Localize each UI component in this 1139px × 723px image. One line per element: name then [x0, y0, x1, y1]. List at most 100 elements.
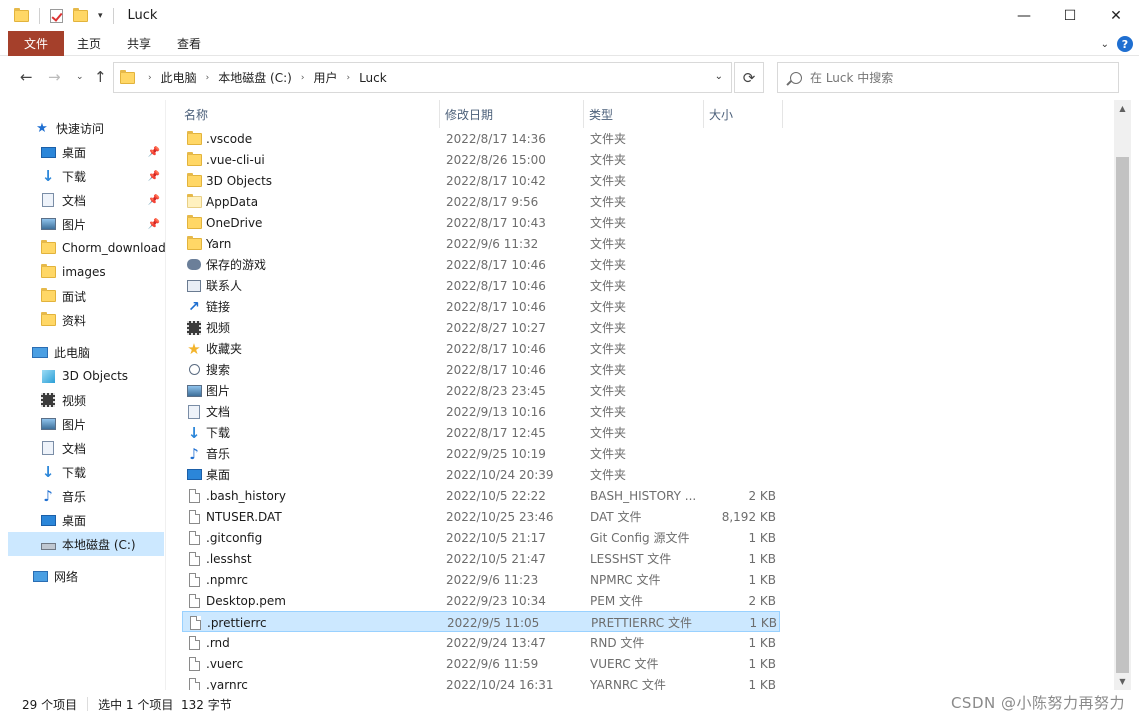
- document-icon: [40, 441, 56, 455]
- address-bar[interactable]: › 此电脑 › 本地磁盘 (C:) › 用户 › Luck ⌄: [113, 62, 732, 93]
- breadcrumb-this-pc[interactable]: 此电脑: [161, 69, 197, 86]
- file-row[interactable]: OneDrive 2022/8/17 10:43 文件夹: [182, 212, 780, 233]
- scroll-thumb[interactable]: [1116, 157, 1129, 673]
- nav-item-desktop[interactable]: 桌面 📌: [0, 140, 165, 164]
- file-name-cell: 3D Objects: [186, 170, 440, 191]
- tab-view[interactable]: 查看: [164, 31, 214, 56]
- new-folder-icon[interactable]: [73, 7, 88, 22]
- file-row[interactable]: .yarnrc 2022/10/24 16:31 YARNRC 文件 1 KB: [182, 674, 780, 690]
- file-row[interactable]: Yarn 2022/9/6 11:32 文件夹: [182, 233, 780, 254]
- forward-arrow-icon[interactable]: →: [48, 68, 61, 86]
- file-row[interactable]: 图片 2022/8/23 23:45 文件夹: [182, 380, 780, 401]
- column-resize-handle[interactable]: [583, 100, 584, 128]
- search-input[interactable]: [810, 70, 1090, 85]
- file-row[interactable]: .vscode 2022/8/17 14:36 文件夹: [182, 128, 780, 149]
- breadcrumb-luck[interactable]: Luck: [359, 71, 387, 85]
- tab-home[interactable]: 主页: [64, 31, 114, 56]
- nav-item-network[interactable]: 网络: [0, 564, 165, 588]
- nav-item-documents-pc[interactable]: 文档: [0, 436, 165, 460]
- file-row[interactable]: .lesshst 2022/10/5 21:47 LESSHST 文件 1 KB: [182, 548, 780, 569]
- file-name-cell: .npmrc: [186, 569, 440, 590]
- file-name: 链接: [206, 300, 231, 314]
- close-button[interactable]: ✕: [1093, 0, 1139, 31]
- nav-item-label: 下载: [62, 465, 87, 480]
- file-name-cell: ★ 收藏夹: [186, 338, 440, 359]
- nav-item-this-pc[interactable]: 此电脑: [0, 340, 165, 364]
- file-row[interactable]: .vue-cli-ui 2022/8/26 15:00 文件夹: [182, 149, 780, 170]
- breadcrumb-separator-icon[interactable]: ›: [346, 73, 350, 83]
- back-arrow-icon[interactable]: ←: [20, 68, 33, 86]
- breadcrumb-separator-icon[interactable]: ›: [301, 73, 305, 83]
- file-row[interactable]: AppData 2022/8/17 9:56 文件夹: [182, 191, 780, 212]
- pin-icon[interactable]: 📌: [148, 219, 160, 230]
- tab-file[interactable]: 文件: [8, 30, 65, 56]
- file-row[interactable]: .rnd 2022/9/24 13:47 RND 文件 1 KB: [182, 632, 780, 653]
- help-icon[interactable]: ?: [1117, 36, 1133, 52]
- expand-ribbon-icon[interactable]: ⌄: [1101, 39, 1109, 50]
- nav-item-pictures[interactable]: 图片 📌: [0, 212, 165, 236]
- vertical-scrollbar[interactable]: ▲ ▼: [1114, 100, 1131, 690]
- breadcrumb-users[interactable]: 用户: [313, 69, 337, 86]
- scroll-down-icon[interactable]: ▼: [1114, 673, 1131, 690]
- pin-icon[interactable]: 📌: [148, 147, 160, 158]
- nav-item-pictures-pc[interactable]: 图片: [0, 412, 165, 436]
- recent-locations-icon[interactable]: ⌄: [76, 72, 84, 82]
- minimize-button[interactable]: —: [1001, 0, 1047, 31]
- nav-item-materials[interactable]: 资料: [0, 308, 165, 332]
- video-icon: [187, 320, 201, 335]
- column-resize-handle[interactable]: [782, 100, 783, 128]
- file-row[interactable]: ★ 收藏夹 2022/8/17 10:46 文件夹: [182, 338, 780, 359]
- file-list: ^ 名称 修改日期 类型 大小 .vscode 2022/8/17 14:36 文件…: [182, 100, 1114, 690]
- folder-icon: [186, 235, 202, 250]
- maximize-button[interactable]: ☐: [1047, 0, 1093, 31]
- up-arrow-icon[interactable]: ↑: [94, 68, 107, 86]
- file-row[interactable]: Desktop.pem 2022/9/23 10:34 PEM 文件 2 KB: [182, 590, 780, 611]
- breadcrumb-separator-icon[interactable]: ›: [206, 73, 210, 83]
- tab-share[interactable]: 共享: [114, 31, 164, 56]
- column-header-name[interactable]: 名称: [184, 100, 436, 128]
- pin-icon[interactable]: 📌: [148, 171, 160, 182]
- file-row[interactable]: NTUSER.DAT 2022/10/25 23:46 DAT 文件 8,192 KB: [182, 506, 780, 527]
- file-row[interactable]: ♪ 音乐 2022/9/25 10:19 文件夹: [182, 443, 780, 464]
- nav-item-documents[interactable]: 文档 📌: [0, 188, 165, 212]
- file-row[interactable]: ↗ 链接 2022/8/17 10:46 文件夹: [182, 296, 780, 317]
- nav-item-downloads-pc[interactable]: ↓ 下载: [0, 460, 165, 484]
- column-resize-handle[interactable]: [703, 100, 704, 128]
- column-header-date[interactable]: 修改日期: [445, 100, 583, 128]
- file-row[interactable]: .bash_history 2022/10/5 22:22 BASH_HISTORY…: [182, 485, 780, 506]
- column-header-size[interactable]: 大小: [709, 100, 779, 128]
- refresh-button[interactable]: ⟳: [734, 62, 764, 93]
- file-row[interactable]: ↓ 下载 2022/8/17 12:45 文件夹: [182, 422, 780, 443]
- file-row[interactable]: 搜索 2022/8/17 10:46 文件夹: [182, 359, 780, 380]
- search-box[interactable]: [777, 62, 1119, 93]
- pin-icon[interactable]: 📌: [148, 195, 160, 206]
- nav-item-quick-access[interactable]: ★ 快速访问: [0, 116, 165, 140]
- breadcrumb-separator-icon[interactable]: ›: [148, 73, 152, 83]
- nav-item-downloads[interactable]: ↓ 下载 📌: [0, 164, 165, 188]
- nav-item-videos[interactable]: 视频: [0, 388, 165, 412]
- file-row[interactable]: 3D Objects 2022/8/17 10:42 文件夹: [182, 170, 780, 191]
- file-row[interactable]: 文档 2022/9/13 10:16 文件夹: [182, 401, 780, 422]
- column-header-type[interactable]: 类型: [589, 100, 701, 128]
- file-row[interactable]: 桌面 2022/10/24 20:39 文件夹: [182, 464, 780, 485]
- address-dropdown-icon[interactable]: ⌄: [715, 71, 723, 82]
- nav-item-3d-objects[interactable]: 3D Objects: [0, 364, 165, 388]
- scroll-up-icon[interactable]: ▲: [1114, 100, 1131, 117]
- column-resize-handle[interactable]: [439, 100, 440, 128]
- nav-item-desktop-pc[interactable]: 桌面: [0, 508, 165, 532]
- nav-item-images[interactable]: images: [0, 260, 165, 284]
- file-row[interactable]: .prettierrc 2022/9/5 11:05 PRETTIERRC 文件 1 …: [182, 611, 780, 632]
- properties-icon[interactable]: [50, 8, 63, 23]
- file-row[interactable]: .npmrc 2022/9/6 11:23 NPMRC 文件 1 KB: [182, 569, 780, 590]
- breadcrumb-local-disk[interactable]: 本地磁盘 (C:): [218, 69, 292, 86]
- nav-item-interview[interactable]: 面试: [0, 284, 165, 308]
- nav-item-local-disk[interactable]: 本地磁盘 (C:): [8, 532, 164, 556]
- nav-item-music[interactable]: ♪ 音乐: [0, 484, 165, 508]
- file-row[interactable]: 保存的游戏 2022/8/17 10:46 文件夹: [182, 254, 780, 275]
- nav-item-chorm-download[interactable]: Chorm_download: [0, 236, 165, 260]
- file-row[interactable]: 视频 2022/8/27 10:27 文件夹: [182, 317, 780, 338]
- customize-toolbar-icon[interactable]: ▾: [98, 11, 103, 21]
- file-row[interactable]: .gitconfig 2022/10/5 21:17 Git Config 源文件 1…: [182, 527, 780, 548]
- file-row[interactable]: .vuerc 2022/9/6 11:59 VUERC 文件 1 KB: [182, 653, 780, 674]
- file-row[interactable]: 联系人 2022/8/17 10:46 文件夹: [182, 275, 780, 296]
